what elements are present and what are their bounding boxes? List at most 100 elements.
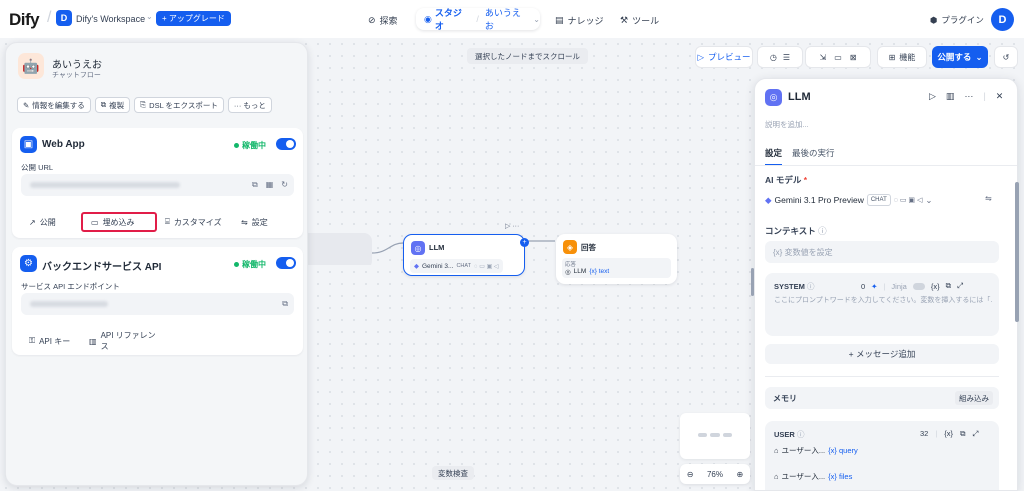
preview-button[interactable]: ▷ プレビュー (695, 46, 753, 68)
node-run-controls[interactable]: ▷ ··· (505, 222, 519, 230)
answer-node-label: 応答 (565, 262, 577, 268)
public-url-field[interactable]: ⧉ ▦ ↻ (21, 174, 294, 196)
variable-icon[interactable]: ⊠ (850, 53, 857, 62)
gemini-icon: ◆ (414, 263, 419, 270)
backend-api-status: 稼働中 (234, 259, 266, 270)
version-history-button[interactable]: ↺ (994, 46, 1018, 68)
customize-label: カスタマイズ (173, 217, 222, 227)
copy-icon[interactable]: ⧉ (282, 299, 288, 309)
system-prompt-input[interactable]: ここにプロンプトワードを入力してください。変数を挿入するには「... (774, 295, 992, 305)
user-var-query-source: ユーザー入... (781, 446, 826, 455)
jinja-toggle[interactable] (912, 282, 925, 290)
capability-icons: ◌ ▭ ▣ ◁ (893, 197, 923, 204)
copy-icon[interactable]: ⧉ (960, 429, 965, 439)
user-var-files[interactable]: ⌂ ユーザー入... {x} files (774, 471, 852, 482)
qrcode-icon[interactable]: ▦ (266, 180, 274, 190)
model-selector[interactable]: ◆ Gemini 3.1 Pro Preview CHAT ◌ ▭ ▣ ◁ ⌄ (765, 189, 999, 211)
nav-explore[interactable]: ⊘ 探索 (368, 11, 398, 29)
features-button[interactable]: ⊞ 機能 (877, 46, 927, 68)
play-icon: ▷ (697, 51, 705, 62)
llm-node[interactable]: ◎ LLM ◆ Gemini 3... CHAT ◌ ▭ ▣ ◁ + (403, 234, 529, 276)
api-reference-label: API リファレンス (100, 331, 156, 351)
user-label-text: USER (774, 430, 795, 439)
export-dsl-label: DSL をエクスポート (149, 100, 218, 110)
backend-api-toggle[interactable] (276, 257, 296, 269)
history-icon: ↺ (1002, 52, 1010, 62)
run-icon[interactable]: ▷ (929, 91, 936, 102)
user-var-query[interactable]: ⌂ ユーザー入... {x} query (774, 445, 858, 456)
context-label: コンテキスト ⓘ (765, 225, 827, 237)
nav-tools[interactable]: ⚒ ツール (620, 11, 659, 29)
plugins-button[interactable]: ⬢ プラグイン (930, 14, 984, 26)
nav-knowledge[interactable]: ▤ ナレッジ (555, 11, 604, 29)
web-app-status: 稼働中 (234, 140, 266, 151)
nav-studio[interactable]: ◉ スタジオ / あいうえお ⌄ (416, 6, 540, 32)
zoom-level[interactable]: 76% (707, 470, 723, 479)
env-icon[interactable]: ▭ (834, 53, 842, 62)
more-button[interactable]: ··· もっと (227, 97, 272, 113)
settings-button[interactable]: ⇋ 設定 (233, 212, 283, 232)
current-app-name[interactable]: あいうえお (485, 6, 529, 32)
scroll-to-selected-node-button[interactable]: 選択したノードまでスクロール (467, 48, 588, 64)
right-panel-scrollbar[interactable] (1015, 182, 1019, 322)
insert-variable-icon[interactable]: {x} (944, 429, 953, 439)
refresh-icon[interactable]: ↻ (281, 180, 288, 190)
tab-settings[interactable]: 設定 (765, 147, 783, 166)
insert-variable-icon[interactable]: {x} (931, 282, 940, 291)
publish-button[interactable]: 公開する ⌄ (932, 46, 988, 68)
model-params-icon[interactable]: ⇋ (985, 194, 992, 203)
jinja-label: Jinja (891, 281, 907, 291)
chevron-down-icon[interactable]: ⌄ (146, 12, 153, 21)
web-app-toggle[interactable] (276, 138, 296, 150)
zoom-out-icon[interactable]: ⊖ (687, 470, 694, 479)
description-input[interactable]: 説明を追加... (765, 119, 809, 130)
compass-icon: ⊘ (368, 14, 376, 25)
user-avatar[interactable]: D (991, 8, 1014, 31)
copy-icon: ⧉ (100, 100, 107, 109)
model-mode-chip: CHAT (866, 194, 891, 206)
clock-icon[interactable]: ◷ (770, 53, 777, 62)
api-endpoint-field[interactable]: ⧉ (21, 293, 294, 315)
variable-inspect-button[interactable]: 変数検査 (432, 466, 474, 480)
copy-icon[interactable]: ⧉ (946, 281, 951, 291)
upgrade-button[interactable]: + アップグレード (156, 11, 231, 26)
answer-node[interactable]: ◈ 回答 応答 ◎ LLM {x} text (556, 234, 677, 284)
convert-icon[interactable]: ⇲ (820, 53, 827, 62)
duplicate-button[interactable]: ⧉ 複製 (94, 97, 131, 113)
chevron-down-icon[interactable]: ⌄ (533, 15, 540, 24)
close-icon[interactable]: ✕ (996, 91, 1004, 102)
app-actions: ✎ 情報を編集する ⧉ 複製 ⎘ DSL をエクスポート ··· もっと (17, 97, 272, 113)
memory-row: メモリ 組み込み (765, 387, 999, 409)
export-dsl-button[interactable]: ⎘ DSL をエクスポート (134, 97, 224, 113)
env-var-group: ⇲ ▭ ⊠ (805, 46, 871, 68)
minimap[interactable] (680, 413, 750, 459)
panel-resize-handle[interactable] (751, 268, 754, 296)
expand-icon[interactable]: ⤢ (972, 429, 978, 439)
launch-button[interactable]: ↗ 公開 (21, 212, 81, 232)
blurred-url (30, 182, 180, 188)
zoom-in-icon[interactable]: ⊕ (737, 470, 744, 479)
add-node-icon[interactable]: + (520, 238, 529, 247)
api-key-button[interactable]: ⚿ API キー (21, 331, 81, 351)
customize-button[interactable]: ⌸ カスタマイズ (157, 212, 233, 232)
dify-logo[interactable]: Dify (9, 10, 40, 30)
context-variable-input[interactable]: {x} 変数値を設定 (765, 241, 999, 263)
add-message-button[interactable]: + メッセージ追加 (765, 344, 999, 364)
tab-last-run[interactable]: 最後の実行 (792, 147, 835, 166)
workspace-name[interactable]: Dify's Workspace (76, 14, 145, 24)
checklist-icon[interactable]: ☰ (783, 53, 790, 62)
public-url-label: 公開 URL (21, 163, 54, 172)
status-dot (234, 143, 239, 148)
memory-builtin-chip[interactable]: 組み込み (955, 391, 993, 405)
answer-node-body: 応答 ◎ LLM {x} text (562, 258, 671, 278)
history-checklist-group: ◷ ☰ (757, 46, 803, 68)
more-icon[interactable]: ··· (964, 91, 973, 102)
edit-info-button[interactable]: ✎ 情報を編集する (17, 97, 91, 113)
embed-button[interactable]: ▭ 埋め込み (81, 212, 157, 232)
sparkle-icon[interactable]: ✦ (871, 282, 877, 291)
book-icon[interactable]: ▥ (946, 91, 955, 102)
copy-icon[interactable]: ⧉ (252, 180, 258, 190)
user-var-files-source: ユーザー入... (781, 472, 826, 481)
api-reference-button[interactable]: ▥ API リファレンス (81, 331, 171, 351)
expand-icon[interactable]: ⤢ (957, 281, 963, 291)
